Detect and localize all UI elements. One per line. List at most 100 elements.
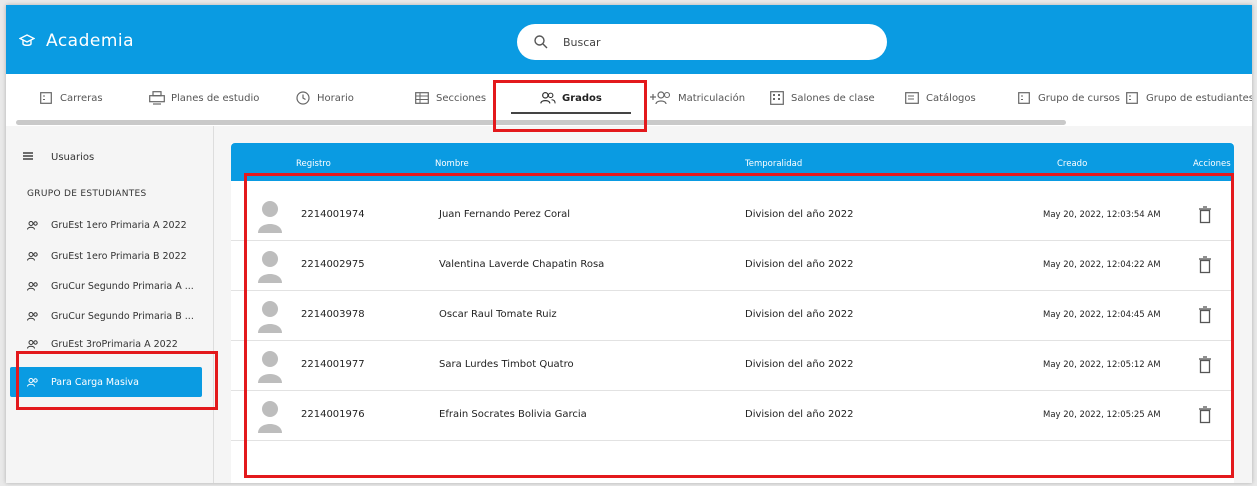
tab-scrollbar[interactable] xyxy=(16,120,1066,125)
graduation-cap-icon xyxy=(18,32,36,50)
clock-icon xyxy=(295,91,311,105)
cell-registro: 2214002975 xyxy=(301,259,365,270)
cell-registro: 2214003978 xyxy=(301,309,365,320)
trash-icon[interactable] xyxy=(1198,206,1212,224)
sidebar-group-title: GRUPO DE ESTUDIANTES xyxy=(27,189,147,199)
building-icon xyxy=(769,91,785,105)
add-users-icon xyxy=(650,91,672,105)
sidebar: Usuarios GRUPO DE ESTUDIANTES GruEst 1er… xyxy=(6,126,214,483)
tab-catalogos[interactable]: Catálogos xyxy=(904,88,976,108)
sidebar-item-label: Para Carga Masiva xyxy=(51,376,139,388)
table-icon xyxy=(414,91,430,105)
trash-icon[interactable] xyxy=(1198,306,1212,324)
column-header-registro[interactable]: Registro xyxy=(296,159,331,169)
cell-nombre: Sara Lurdes Timbot Quatro xyxy=(439,359,574,370)
list-box-icon xyxy=(1124,91,1140,105)
app-title: Academia xyxy=(46,31,135,51)
cell-creado: May 20, 2022, 12:05:25 AM xyxy=(1043,410,1161,420)
sidebar-item-label: Usuarios xyxy=(51,152,95,163)
search-input[interactable] xyxy=(563,35,863,49)
tab-bar: Carreras Planes de estudio Horario Secci… xyxy=(6,74,1252,126)
cell-nombre: Juan Fernando Perez Coral xyxy=(439,209,571,220)
cell-temporalidad: Division del año 2022 xyxy=(745,409,854,420)
table-row[interactable]: 2214001976 Efrain Socrates Bolivia Garci… xyxy=(231,391,1234,441)
cell-creado: May 20, 2022, 12:03:54 AM xyxy=(1043,210,1161,220)
sidebar-item-label: GruEst 1ero Primaria B 2022 xyxy=(51,250,187,262)
menu-icon xyxy=(23,151,37,164)
sidebar-item-group[interactable]: GruEst 1ero Primaria B 2022 xyxy=(10,241,202,271)
sidebar-item-group[interactable]: GruEst 3roPrimaria A 2022 xyxy=(10,332,202,356)
column-header-acciones: Acciones xyxy=(1193,159,1231,169)
tab-matriculacion[interactable]: Matriculación xyxy=(650,88,745,108)
avatar-icon xyxy=(258,401,282,433)
table-row[interactable]: 2214001977 Sara Lurdes Timbot Quatro Div… xyxy=(231,341,1234,391)
column-header-creado[interactable]: Creado xyxy=(1057,159,1087,169)
trash-icon[interactable] xyxy=(1198,356,1212,374)
tab-label: Salones de clase xyxy=(791,92,875,104)
sidebar-item-label: GruCur Segundo Primaria A ... xyxy=(51,280,194,292)
sidebar-item-label: GruEst 1ero Primaria A 2022 xyxy=(51,219,187,231)
sidebar-item-group[interactable]: GruCur Segundo Primaria B ... xyxy=(10,301,202,331)
tab-label: Grupo de estudiantes xyxy=(1146,92,1252,104)
column-header-nombre[interactable]: Nombre xyxy=(435,159,469,169)
tab-secciones[interactable]: Secciones xyxy=(414,88,486,108)
tab-grupo-de-cursos[interactable]: Grupo de cursos xyxy=(1016,88,1120,108)
tab-salones-de-clase[interactable]: Salones de clase xyxy=(769,88,875,108)
active-tab-indicator xyxy=(511,112,631,114)
trash-icon[interactable] xyxy=(1198,256,1212,274)
tab-horario[interactable]: Horario xyxy=(295,88,354,108)
tab-label: Secciones xyxy=(436,92,487,104)
tab-label: Catálogos xyxy=(926,92,976,104)
search-box[interactable] xyxy=(517,24,887,60)
cell-temporalidad: Division del año 2022 xyxy=(745,359,854,370)
table-header: Registro Nombre Temporalidad Creado Acci… xyxy=(231,143,1234,181)
table-row[interactable]: 2214003978 Oscar Raul Tomate Ruiz Divisi… xyxy=(231,291,1234,341)
printer-icon xyxy=(149,91,165,105)
cell-nombre: Oscar Raul Tomate Ruiz xyxy=(439,309,557,320)
avatar-icon xyxy=(258,301,282,333)
sidebar-item-para-carga-masiva[interactable]: Para Carga Masiva xyxy=(10,367,202,397)
table-row[interactable]: 2214002975 Valentina Laverde Chapatin Ro… xyxy=(231,241,1234,291)
tab-label: Grupo de cursos xyxy=(1038,92,1121,104)
tab-planes-de-estudio[interactable]: Planes de estudio xyxy=(149,88,259,108)
tab-label: Planes de estudio xyxy=(171,92,260,104)
tab-grados[interactable]: Grados xyxy=(540,88,602,108)
list-box-icon xyxy=(1016,91,1032,105)
avatar-icon xyxy=(258,251,282,283)
users-icon xyxy=(27,251,39,261)
brand[interactable]: Academia xyxy=(18,31,134,51)
column-header-temporalidad[interactable]: Temporalidad xyxy=(745,159,802,169)
cell-registro: 2214001977 xyxy=(301,359,365,370)
sidebar-item-label: GruCur Segundo Primaria B ... xyxy=(51,310,194,322)
table-row[interactable]: 2214001974 Juan Fernando Perez Coral Div… xyxy=(231,191,1234,241)
tab-carreras[interactable]: Carreras xyxy=(38,88,103,108)
search-icon xyxy=(533,34,549,50)
app-window: Academia Carreras Planes de estudio Hora… xyxy=(6,5,1252,483)
cell-temporalidad: Division del año 2022 xyxy=(745,309,854,320)
cell-temporalidad: Division del año 2022 xyxy=(745,209,854,220)
users-icon xyxy=(27,377,39,387)
sidebar-item-label: GruEst 3roPrimaria A 2022 xyxy=(51,338,178,350)
sidebar-item-group[interactable]: GruEst 1ero Primaria A 2022 xyxy=(10,210,202,240)
tab-label: Horario xyxy=(317,92,354,104)
users-icon xyxy=(27,281,39,291)
trash-icon[interactable] xyxy=(1198,406,1212,424)
avatar-icon xyxy=(258,201,282,233)
sidebar-item-usuarios[interactable]: Usuarios xyxy=(23,151,94,164)
cell-registro: 2214001974 xyxy=(301,209,365,220)
main-content: Registro Nombre Temporalidad Creado Acci… xyxy=(214,126,1252,483)
cell-registro: 2214001976 xyxy=(301,409,365,420)
tab-label: Grados xyxy=(562,92,602,104)
top-app-bar: Academia xyxy=(6,5,1252,74)
tab-grupo-de-estudiantes[interactable]: Grupo de estudiantes xyxy=(1124,88,1252,108)
cell-creado: May 20, 2022, 12:05:12 AM xyxy=(1043,360,1161,370)
avatar-icon xyxy=(258,351,282,383)
users-icon xyxy=(27,339,39,349)
catalog-icon xyxy=(904,91,920,105)
users-icon xyxy=(27,220,39,230)
cell-temporalidad: Division del año 2022 xyxy=(745,259,854,270)
cell-nombre: Valentina Laverde Chapatin Rosa xyxy=(439,259,605,270)
tab-label: Matriculación xyxy=(678,92,746,104)
sidebar-item-group[interactable]: GruCur Segundo Primaria A ... xyxy=(10,271,202,301)
users-icon xyxy=(540,91,556,105)
